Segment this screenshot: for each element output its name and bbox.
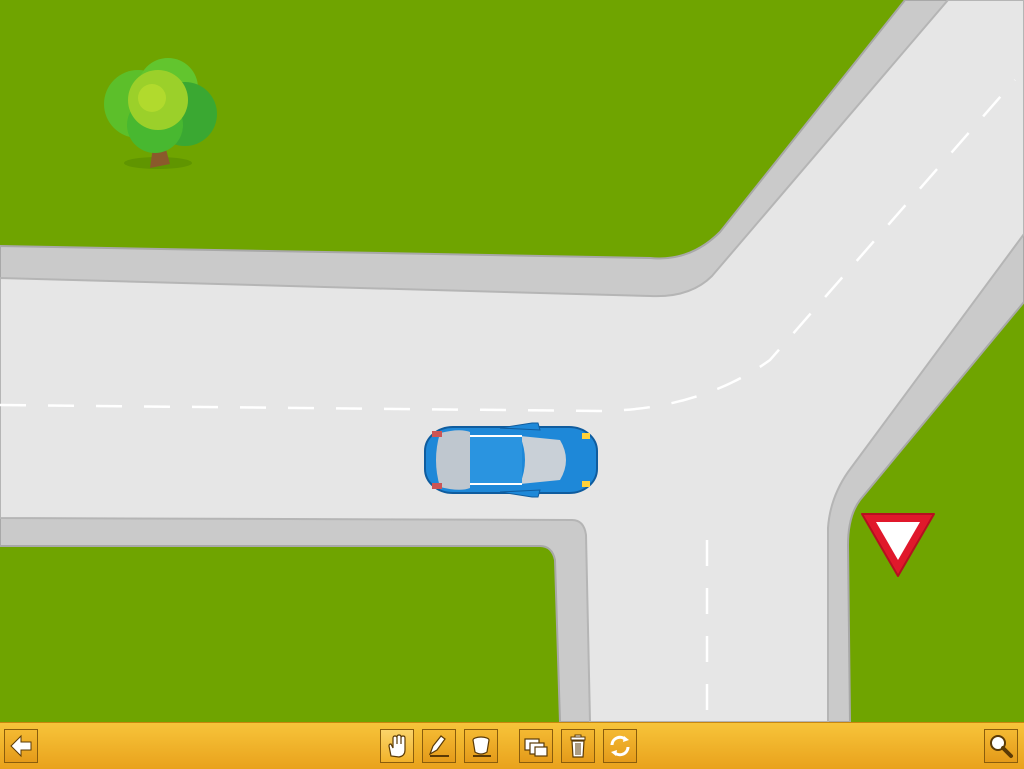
magnifier-icon: [990, 735, 1013, 758]
zoom-button[interactable]: [984, 729, 1018, 763]
hand-icon: [388, 734, 406, 758]
trash-icon: [570, 734, 586, 758]
bucket-icon: [472, 736, 491, 757]
layers-button[interactable]: [519, 729, 553, 763]
pen-icon: [428, 735, 449, 757]
back-button[interactable]: [4, 729, 38, 763]
bucket-tool-button[interactable]: [464, 729, 498, 763]
refresh-icon: [610, 735, 630, 757]
pen-tool-button[interactable]: [422, 729, 456, 763]
arrow-left-icon: [10, 734, 32, 758]
intersection-scene[interactable]: [0, 0, 1024, 722]
refresh-button[interactable]: [603, 729, 637, 763]
hand-tool-button[interactable]: [380, 729, 414, 763]
layers-icon: [524, 738, 548, 757]
delete-button[interactable]: [561, 729, 595, 763]
car-topview-icon[interactable]: [424, 422, 598, 498]
bottom-toolbar: [0, 722, 1024, 769]
intersection-canvas: [0, 0, 1024, 722]
